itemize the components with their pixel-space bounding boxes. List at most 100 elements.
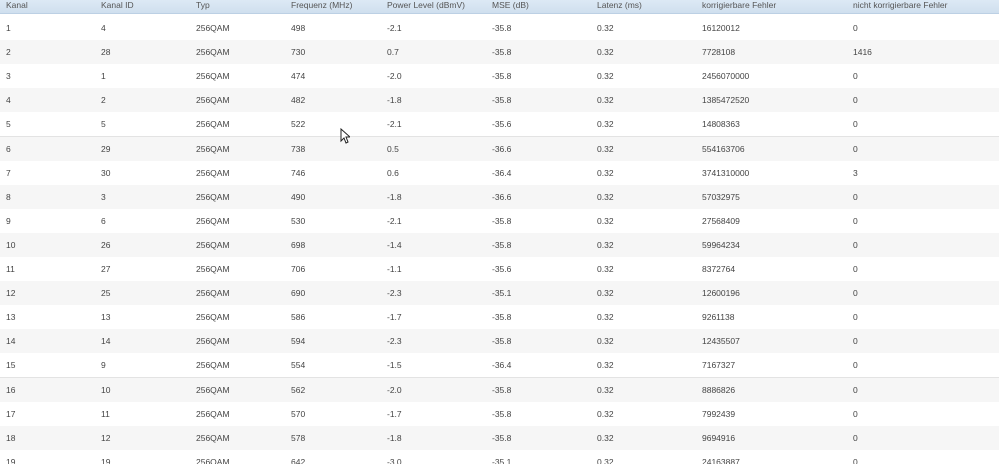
table-cell: 7 [6, 167, 11, 178]
table-cell: 586 [291, 312, 306, 323]
table-cell: 0.32 [597, 239, 614, 250]
table-cell: 0.32 [597, 432, 614, 443]
table-cell: -2.1 [387, 119, 402, 130]
table-cell: 0.32 [597, 384, 614, 395]
table-cell: 578 [291, 432, 306, 443]
table-cell: 0 [853, 312, 858, 323]
table-cell: -1.8 [387, 191, 402, 202]
table-cell: -35.1 [492, 288, 512, 299]
table-cell: 256QAM [196, 23, 230, 33]
table-cell: -1.7 [387, 408, 402, 419]
table-cell: -2.1 [387, 23, 402, 33]
table-cell: 16120012 [702, 23, 740, 33]
table-cell: -36.4 [492, 360, 512, 371]
table-cell: 12 [6, 288, 16, 299]
table-row: 11 27 256QAM 706 -1.1 -35.6 0.32 8372764 0 [0, 257, 999, 282]
table-cell: 19 [101, 456, 111, 464]
table-cell: -35.8 [492, 95, 512, 106]
table-cell: 1385472520 [702, 95, 750, 106]
table-cell: 530 [291, 215, 306, 226]
table-row: 13 13 256QAM 586 -1.7 -35.8 0.32 9261138 0 [0, 305, 999, 331]
table-row: 7 30 256QAM 746 0.6 -36.4 0.32 3741310000 3 [0, 160, 999, 186]
table-cell: 15 [6, 360, 16, 371]
table-cell: 1 [6, 23, 11, 33]
table-cell: 7728108 [702, 47, 736, 58]
table-cell: 12600196 [702, 288, 740, 299]
table-cell: 30 [101, 167, 111, 178]
table-cell: 8372764 [702, 264, 736, 274]
table-cell: 3 [853, 167, 858, 178]
table-cell: 59964234 [702, 239, 740, 250]
table-cell: 256QAM [196, 119, 230, 130]
table-cell: 8886826 [702, 384, 736, 395]
table-cell: 0.32 [597, 71, 614, 82]
table-cell: -2.1 [387, 215, 402, 226]
table-cell: 256QAM [196, 95, 230, 106]
table-cell: 1416 [853, 47, 872, 58]
table-cell: 12 [101, 432, 111, 443]
table-cell: 3741310000 [702, 167, 750, 178]
table-cell: -2.3 [387, 288, 402, 299]
table-cell: 2 [6, 47, 11, 58]
table-cell: 9261138 [702, 312, 735, 323]
table-cell: 0 [853, 119, 858, 130]
table-cell: -35.6 [492, 264, 512, 274]
table-cell: 730 [291, 47, 306, 58]
table-cell: 570 [291, 408, 306, 419]
table-cell: -3.0 [387, 456, 402, 464]
table-cell: 24163887 [702, 456, 740, 464]
table-row: 16 10 256QAM 562 -2.0 -35.8 0.32 8886826 0 [0, 377, 999, 403]
table-cell: 0 [853, 239, 858, 250]
table-cell: 4 [101, 23, 106, 33]
table-cell: -35.8 [492, 336, 512, 347]
table-row: 19 19 256QAM 642 -3.0 -35.1 0.32 24163887 0 [0, 449, 999, 464]
table-cell: 0.32 [597, 215, 614, 226]
table-cell: 256QAM [196, 288, 230, 299]
table-cell: 16 [6, 384, 16, 395]
table-cell: 0.32 [597, 288, 614, 299]
table-cell: 256QAM [196, 239, 230, 250]
table-cell: -2.3 [387, 336, 402, 347]
table-cell: -1.4 [387, 239, 402, 250]
table-cell: 746 [291, 167, 306, 178]
table-cell: 474 [291, 71, 306, 82]
table-cell: 18 [6, 432, 16, 443]
table-row: 5 5 256QAM 522 -2.1 -35.6 0.32 14808363 0 [0, 112, 999, 138]
table-cell: 256QAM [196, 456, 230, 464]
table-cell: -1.7 [387, 312, 402, 323]
table-cell: 0 [853, 264, 858, 274]
table-cell: -2.0 [387, 71, 402, 82]
table-cell: 0.32 [597, 336, 614, 347]
table-cell: 256QAM [196, 312, 230, 323]
table-row: 1 4 256QAM 498 -2.1 -35.8 0.32 16120012 0 [0, 16, 999, 41]
table-cell: 7167327 [702, 360, 736, 371]
table-cell: 256QAM [196, 360, 230, 371]
table-cell: 256QAM [196, 264, 230, 274]
table-cell: 706 [291, 264, 306, 274]
table-cell: 0.32 [597, 167, 614, 178]
table-cell: 0.32 [597, 23, 614, 33]
table-cell: 1 [101, 71, 106, 82]
table-cell: 13 [6, 312, 16, 323]
table-cell: 0.32 [597, 143, 614, 154]
table-row: 3 1 256QAM 474 -2.0 -35.8 0.32 2456070000 0 [0, 64, 999, 90]
table-cell: -35.8 [492, 384, 512, 395]
downstream-channel-table: Kanal Kanal ID Typ Frequenz (MHz) Power … [0, 0, 999, 464]
table-cell: -35.8 [492, 239, 512, 250]
table-cell: 9694916 [702, 432, 736, 443]
table-cell: 0 [853, 288, 858, 299]
table-cell: 482 [291, 95, 306, 106]
table-cell: 5 [101, 119, 106, 130]
table-cell: 562 [291, 384, 306, 395]
table-cell: -1.1 [387, 264, 402, 274]
table-cell: 698 [291, 239, 306, 250]
table-cell: 554163706 [702, 143, 745, 154]
table-cell: -35.8 [492, 432, 512, 443]
table-cell: 0.32 [597, 408, 614, 419]
table-cell: 0.32 [597, 312, 614, 323]
table-cell: 27568409 [702, 215, 740, 226]
table-cell: 0 [853, 384, 858, 395]
table-row: 6 29 256QAM 738 0.5 -36.6 0.32 554163706 0 [0, 136, 999, 162]
table-row: 18 12 256QAM 578 -1.8 -35.8 0.32 9694916 0 [0, 425, 999, 451]
table-cell: 11 [101, 408, 110, 419]
